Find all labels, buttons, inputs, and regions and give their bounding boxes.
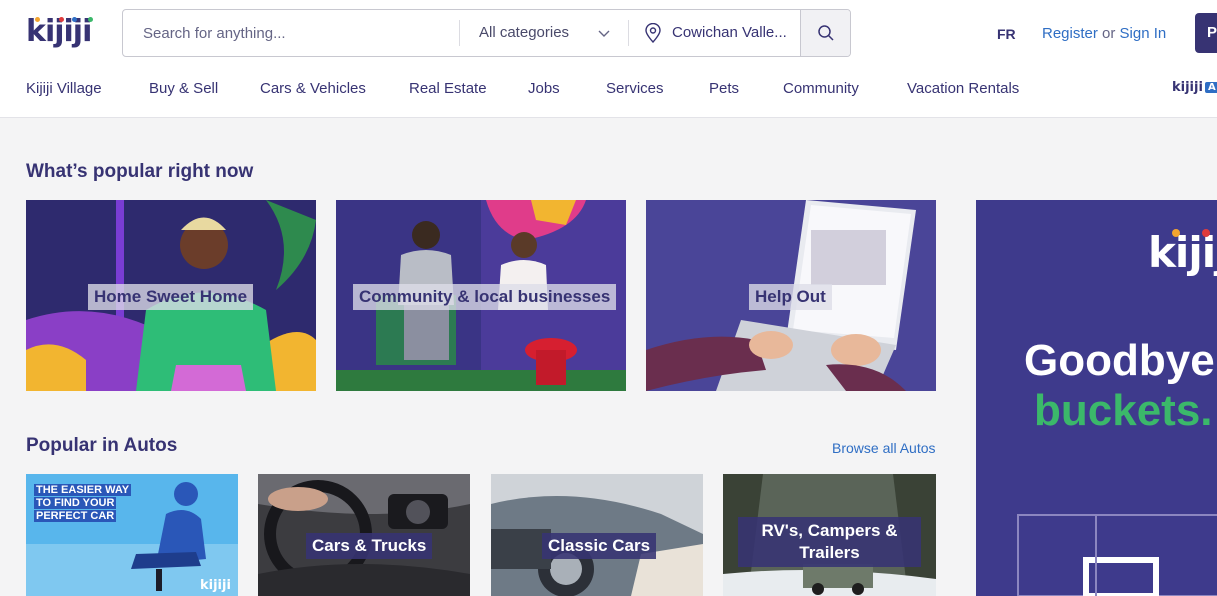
browse-all-autos-link[interactable]: Browse all Autos bbox=[832, 440, 936, 456]
category-select[interactable]: All categories bbox=[461, 10, 628, 56]
popular-card-label: Community & local businesses bbox=[353, 284, 617, 310]
auth-links: Register or Sign In bbox=[1042, 25, 1166, 42]
search-bar: All categories Cowichan Valle... bbox=[122, 9, 851, 57]
ad-headline: Goodbye bbox=[1024, 336, 1215, 385]
top-header: kijiji All categories Cowichan Valle... … bbox=[0, 0, 1217, 118]
autos-card-classic-cars[interactable]: Classic Cars bbox=[491, 474, 703, 596]
popular-card-label: Home Sweet Home bbox=[88, 284, 254, 310]
popular-section-title: What’s popular right now bbox=[26, 161, 254, 182]
nav-item-services[interactable]: Services bbox=[606, 80, 664, 97]
nav-item-jobs[interactable]: Jobs bbox=[528, 80, 560, 97]
search-icon bbox=[818, 25, 834, 41]
autos-card-cars-trucks[interactable]: Cars & Trucks bbox=[258, 474, 470, 596]
divider bbox=[628, 20, 629, 46]
nav-item-vacation-rentals[interactable]: Vacation Rentals bbox=[907, 80, 1019, 97]
divider bbox=[459, 20, 460, 46]
kijiji-logo[interactable]: kijiji bbox=[26, 14, 98, 50]
autos-logo-text: kijiji bbox=[1172, 80, 1203, 95]
nav-item-community[interactable]: Community bbox=[783, 80, 859, 97]
ad-subheadline: buckets. bbox=[1034, 386, 1213, 435]
promo-line: THE EASIER WAY bbox=[34, 484, 132, 496]
autos-card-label: Cars & Trucks bbox=[306, 533, 433, 559]
popular-card-home[interactable]: Home Sweet Home bbox=[26, 200, 316, 391]
advertisement-banner[interactable]: kijiji Goodbye buckets. bbox=[976, 200, 1217, 596]
location-value: Cowichan Valle... bbox=[672, 24, 787, 41]
nav-item-kijiji-village[interactable]: Kijiji Village bbox=[26, 80, 102, 97]
nav-item-pets[interactable]: Pets bbox=[709, 80, 739, 97]
promo-kijiji-logo: kijiji bbox=[200, 578, 231, 593]
category-select-value: All categories bbox=[479, 24, 570, 41]
or-text: or bbox=[1102, 25, 1116, 42]
kijiji-autos-logo[interactable]: kijiji A bbox=[1172, 80, 1217, 95]
autos-card-label-line: Trailers bbox=[799, 543, 860, 562]
autos-badge: A bbox=[1204, 82, 1217, 93]
promo-line: TO FIND YOUR bbox=[34, 497, 117, 509]
language-toggle[interactable]: FR bbox=[997, 26, 1016, 42]
register-link[interactable]: Register bbox=[1042, 25, 1098, 42]
nav-item-cars-vehicles[interactable]: Cars & Vehicles bbox=[260, 80, 366, 97]
autos-card-label-line: RV's, Campers & bbox=[761, 521, 898, 540]
nav-item-buy-sell[interactable]: Buy & Sell bbox=[149, 80, 218, 97]
search-button[interactable] bbox=[800, 10, 850, 56]
location-pin-icon bbox=[645, 23, 661, 43]
popular-card-label: Help Out bbox=[749, 284, 832, 310]
autos-card-label: Classic Cars bbox=[542, 533, 657, 559]
promo-line: PERFECT CAR bbox=[34, 510, 117, 522]
promo-headline: THE EASIER WAY TO FIND YOUR PERFECT CAR bbox=[34, 484, 132, 523]
autos-section-title: Popular in Autos bbox=[26, 435, 178, 456]
popular-card-community[interactable]: Community & local businesses bbox=[336, 200, 626, 391]
autos-card-rvs-campers-trailers[interactable]: RV's, Campers & Trailers bbox=[723, 474, 936, 596]
logo-dots bbox=[26, 14, 98, 26]
sign-in-link[interactable]: Sign In bbox=[1120, 25, 1167, 42]
autos-card-label: RV's, Campers & Trailers bbox=[738, 517, 921, 567]
category-nav: Kijiji Village Buy & Sell Cars & Vehicle… bbox=[0, 70, 1217, 110]
nav-item-real-estate[interactable]: Real Estate bbox=[409, 80, 487, 97]
location-select[interactable]: Cowichan Valle... bbox=[630, 10, 799, 56]
search-input[interactable] bbox=[123, 10, 459, 56]
post-ad-button[interactable]: P bbox=[1195, 13, 1217, 53]
popular-card-help-out[interactable]: Help Out bbox=[646, 200, 936, 391]
chevron-down-icon bbox=[598, 30, 610, 37]
autos-promo-card[interactable]: THE EASIER WAY TO FIND YOUR PERFECT CAR … bbox=[26, 474, 238, 596]
